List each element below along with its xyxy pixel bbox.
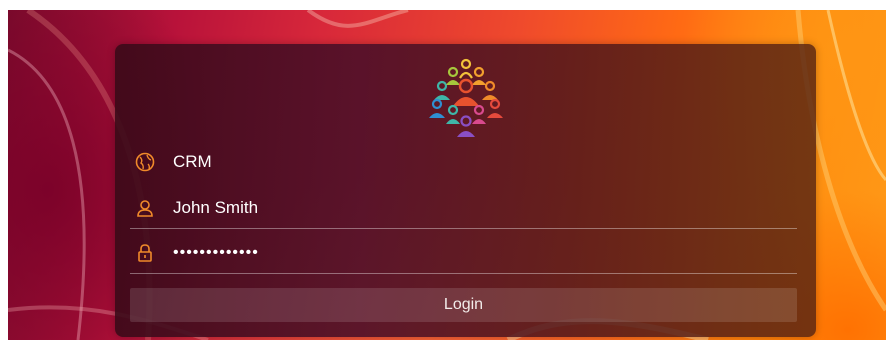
login-panel: CRM John Smith ••••••••••••• Login [115, 44, 816, 337]
server-value: CRM [173, 152, 212, 171]
team-people-icon [429, 58, 503, 137]
desktop-wallpaper: CRM John Smith ••••••••••••• Login [8, 10, 886, 340]
lock-icon [134, 242, 156, 264]
globe-icon [134, 151, 156, 173]
username-field[interactable]: John Smith [130, 188, 797, 229]
password-field[interactable]: ••••••••••••• [130, 232, 797, 274]
login-button[interactable]: Login [130, 288, 797, 322]
username-value: John Smith [173, 198, 259, 217]
server-field[interactable]: CRM [130, 144, 797, 180]
password-value: ••••••••••••• [173, 243, 259, 261]
user-icon [134, 197, 156, 219]
